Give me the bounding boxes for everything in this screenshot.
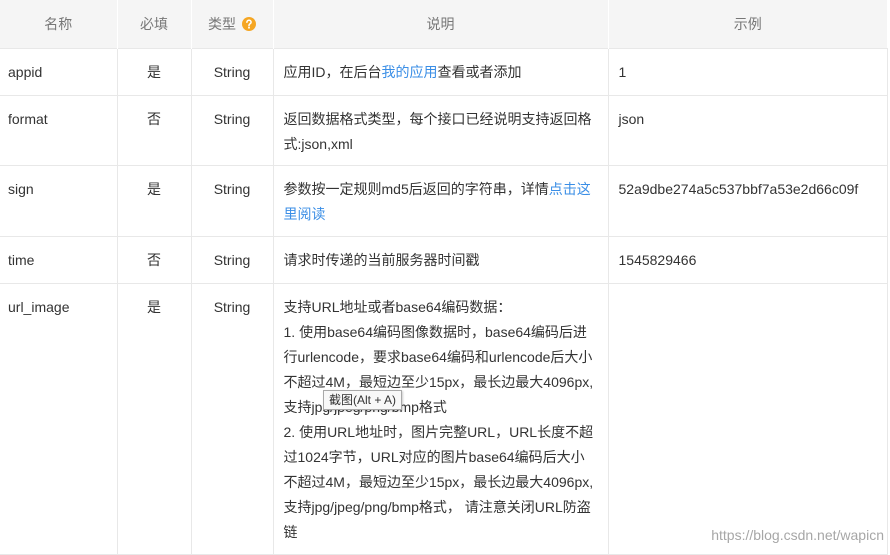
- param-name: sign: [0, 164, 118, 237]
- param-example: 1: [607, 47, 888, 96]
- param-description: 参数按一定规则md5后返回的字符串，详情点击这里阅读: [272, 164, 609, 237]
- header-description-label: 说明: [426, 15, 455, 32]
- header-type: 类型: [191, 0, 274, 48]
- param-description: 支持URL地址或者base64编码数据： 1. 使用base64编码图像数据时，…: [272, 282, 609, 555]
- table-row: format 否 String 返回数据格式类型，每个接口已经说明支持返回格式:…: [0, 94, 888, 166]
- header-required: 必填: [117, 0, 192, 48]
- header-example: 示例: [608, 0, 887, 48]
- header-row: 名称 必填 类型 说明 示例: [0, 0, 887, 48]
- param-required: 是: [116, 282, 192, 555]
- table-header: 名称 必填 类型 说明 示例: [0, 0, 887, 48]
- api-params-table: 名称 必填 类型 说明 示例 appid 是 String 应用ID，在后台我的…: [0, 0, 888, 555]
- description-paragraph: 2. 使用URL地址时，图片完整URL，URL长度不超过1024字节，URL对应…: [283, 423, 594, 540]
- screenshot-tooltip: 截图(Alt + A): [323, 390, 403, 410]
- description-paragraph: 支持URL地址或者base64编码数据：: [283, 298, 512, 315]
- param-type: String: [190, 47, 274, 96]
- param-name: appid: [0, 47, 118, 96]
- param-name: time: [0, 235, 118, 284]
- param-required: 否: [116, 235, 192, 284]
- table-row: url_image 是 String 支持URL地址或者base64编码数据： …: [0, 282, 888, 555]
- page: 名称 必填 类型 说明 示例 appid 是 String 应用ID，在后台我的…: [0, 0, 890, 555]
- param-required: 否: [116, 94, 192, 166]
- question-circle-icon[interactable]: [242, 16, 256, 31]
- param-description: 请求时传递的当前服务器时间戳: [272, 235, 609, 284]
- my-apps-link[interactable]: 我的应用: [382, 64, 438, 80]
- param-example: 1545829466: [607, 235, 888, 284]
- table-row: time 否 String 请求时传递的当前服务器时间戳 1545829466: [0, 235, 888, 284]
- watermark: https://blog.csdn.net/wapicn: [711, 527, 884, 543]
- param-type: String: [190, 235, 274, 284]
- param-description: 返回数据格式类型，每个接口已经说明支持返回格式:json,xml: [272, 94, 609, 166]
- param-type: String: [190, 94, 274, 166]
- param-description: 应用ID，在后台我的应用查看或者添加: [272, 47, 609, 96]
- table-body: appid 是 String 应用ID，在后台我的应用查看或者添加 1 form…: [0, 47, 888, 555]
- table-row: sign 是 String 参数按一定规则md5后返回的字符串，详情点击这里阅读…: [0, 164, 888, 237]
- param-required: 是: [116, 47, 192, 96]
- param-required: 是: [116, 164, 192, 237]
- param-name: format: [0, 94, 118, 166]
- description-text: 应用ID，在后台: [283, 63, 382, 80]
- table-row: appid 是 String 应用ID，在后台我的应用查看或者添加 1: [0, 47, 888, 96]
- description-text: 查看或者添加: [437, 63, 522, 80]
- param-example: json: [607, 94, 888, 166]
- param-name: url_image: [0, 282, 118, 555]
- param-type: String: [190, 164, 274, 237]
- param-example: 52a9dbe274a5c537bbf7a53e2d66c09f: [607, 164, 888, 237]
- param-example: [607, 282, 888, 555]
- header-description: 说明: [273, 0, 609, 48]
- header-required-label: 必填: [140, 15, 168, 32]
- header-name: 名称: [0, 0, 118, 48]
- header-type-label: 类型: [208, 15, 236, 32]
- description-text: 参数按一定规则md5后返回的字符串，详情: [283, 180, 549, 197]
- header-name-label: 名称: [44, 15, 73, 32]
- param-type: String: [190, 282, 274, 555]
- header-example-label: 示例: [733, 15, 762, 32]
